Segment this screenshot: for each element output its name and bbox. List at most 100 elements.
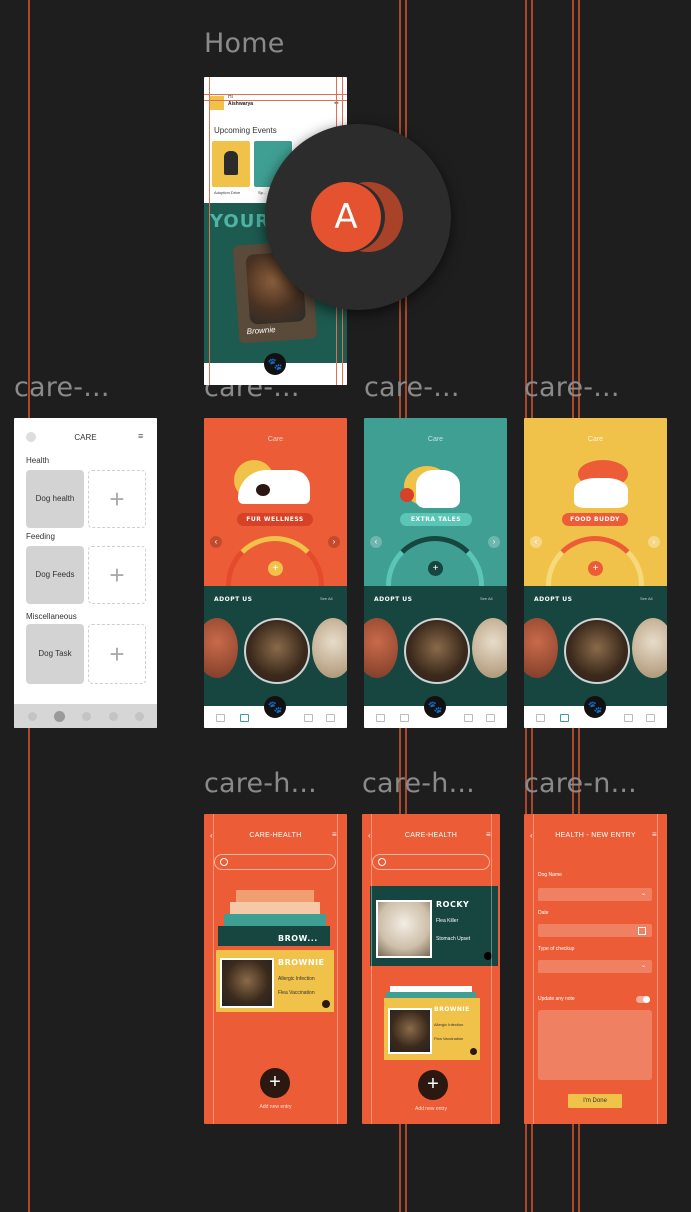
prev-arrow[interactable]: ‹ — [210, 536, 222, 548]
nav-icon[interactable] — [400, 714, 409, 722]
frame-label-care-h2[interactable]: care-h... — [362, 768, 475, 799]
nav-icon[interactable] — [376, 714, 385, 722]
event-1-label: Adoption Drive — [214, 190, 241, 195]
hamburger-icon[interactable]: ≡ — [332, 830, 337, 839]
layout-guide — [371, 814, 372, 1124]
dog-thumb-left[interactable] — [524, 618, 558, 678]
dog-thumb-left[interactable] — [364, 618, 398, 678]
frame-label-home[interactable]: Home — [204, 28, 285, 59]
hamburger-icon[interactable]: ≡ — [652, 830, 657, 839]
dog-health-box[interactable]: Dog health — [26, 470, 84, 528]
add-feed-button[interactable]: + — [88, 546, 146, 604]
nav-dot-active[interactable] — [54, 711, 65, 722]
nav-icon[interactable] — [536, 714, 545, 722]
add-entry-button[interactable]: + — [260, 1068, 290, 1098]
care-health-frame-1[interactable]: ‹ CARE-HEALTH ≡ BROW... BROWNIE Allergic… — [204, 814, 347, 1124]
prev-arrow[interactable]: ‹ — [370, 536, 382, 548]
event-card-1[interactable] — [212, 141, 250, 187]
dog-thumb-right[interactable] — [632, 618, 667, 678]
paw-icon[interactable]: 🐾 — [264, 696, 286, 718]
plus-button[interactable]: + — [268, 561, 283, 576]
care-frame-wellness[interactable]: Care FUR WELLNESS ‹ › + ADOPT US See All… — [204, 418, 347, 728]
dog-name-select[interactable]: ⌄ — [538, 888, 652, 901]
dog-illustration — [224, 151, 238, 175]
nav-dot[interactable] — [28, 712, 37, 721]
see-all-link[interactable]: See All — [640, 596, 652, 601]
frame-label-care-n[interactable]: care-n... — [524, 768, 637, 799]
nav-icon[interactable] — [624, 714, 633, 722]
nav-dot[interactable] — [82, 712, 91, 721]
adopt-section: ADOPT US See All — [204, 586, 347, 706]
date-field[interactable] — [538, 924, 652, 937]
prev-arrow[interactable]: ‹ — [530, 536, 542, 548]
extra-tales-pill[interactable]: EXTRA TALES — [400, 513, 472, 526]
frame-label-care-b[interactable]: care-... — [364, 372, 460, 403]
note-textarea[interactable] — [538, 1010, 652, 1080]
dog-photo — [376, 900, 432, 958]
nav-icon-active[interactable] — [240, 714, 249, 722]
plus-button[interactable]: + — [588, 561, 603, 576]
card-name: BROWNIE — [278, 958, 325, 967]
frame-label-care-h1[interactable]: care-h... — [204, 768, 317, 799]
avatar-overlay[interactable]: A — [265, 124, 451, 310]
care-list-frame[interactable]: CARE ≡ Health Dog health + Feeding Dog F… — [14, 418, 157, 728]
nav-icon[interactable] — [326, 714, 335, 722]
next-arrow[interactable]: › — [328, 536, 340, 548]
dog-task-box[interactable]: Dog Task — [26, 624, 84, 684]
search-input[interactable] — [372, 854, 490, 870]
add-task-button[interactable]: + — [88, 624, 146, 684]
nav-dot[interactable] — [135, 712, 144, 721]
dog-thumb-center[interactable] — [404, 618, 470, 684]
nav-icon[interactable] — [304, 714, 313, 722]
done-button[interactable]: I'm Done — [568, 1094, 622, 1108]
rocky-card[interactable]: ROCKY Flea Killer Stomach Upset — [370, 886, 498, 966]
paw-icon[interactable]: 🐾 — [264, 353, 286, 375]
new-entry-frame[interactable]: ‹ HEALTH - NEW ENTRY ≡ Dog Name ⌄ Date T… — [524, 814, 667, 1124]
hamburger-icon[interactable]: ≡ — [486, 830, 491, 839]
paw-icon[interactable]: 🐾 — [584, 696, 606, 718]
card-arrow-icon[interactable] — [322, 1000, 330, 1008]
next-arrow[interactable]: › — [488, 536, 500, 548]
nav-icon[interactable] — [486, 714, 495, 722]
paw-icon[interactable]: 🐾 — [424, 696, 446, 718]
food-buddy-pill[interactable]: FOOD BUDDY — [562, 513, 628, 526]
nav-icon[interactable] — [464, 714, 473, 722]
frame-label-care-list[interactable]: care-... — [14, 372, 110, 403]
search-input[interactable] — [214, 854, 336, 870]
hamburger-icon[interactable]: ≡ — [138, 431, 143, 441]
frame-label-care-c[interactable]: care-... — [524, 372, 620, 403]
nav-icon-active[interactable] — [560, 714, 569, 722]
next-arrow[interactable]: › — [648, 536, 660, 548]
see-all-link[interactable]: See All — [480, 596, 492, 601]
adopt-title: ADOPT US — [374, 596, 413, 603]
dog-thumb-center[interactable] — [244, 618, 310, 684]
add-entry-button[interactable]: + — [418, 1070, 448, 1100]
page-title: CARE-HEALTH — [249, 832, 302, 839]
nav-icon[interactable] — [646, 714, 655, 722]
care-frame-tales[interactable]: Care EXTRA TALES ‹ › + ADOPT US See All … — [364, 418, 507, 728]
toggle-label: Update any note — [538, 996, 575, 1002]
dog-thumb-center[interactable] — [564, 618, 630, 684]
care-health-frame-2[interactable]: ‹ CARE-HEALTH ≡ ROCKY Flea Killer Stomac… — [362, 814, 500, 1124]
note-toggle[interactable] — [636, 996, 650, 1003]
add-health-button[interactable]: + — [88, 470, 146, 528]
bottom-nav — [14, 704, 157, 728]
adopt-section: ADOPT US See All — [524, 586, 667, 706]
card-arrow-icon[interactable] — [470, 1048, 477, 1055]
section-feeding: Feeding — [26, 532, 55, 541]
plus-button[interactable]: + — [428, 561, 443, 576]
add-entry-label: Add new entry — [259, 1104, 292, 1110]
checkup-select[interactable]: ⌄ — [538, 960, 652, 973]
nav-icon[interactable] — [216, 714, 225, 722]
nav-dot[interactable] — [109, 712, 118, 721]
brownie-card[interactable]: BROWNIE Allergic Infection Flea Vaccinat… — [216, 950, 334, 1012]
fur-wellness-pill[interactable]: FUR WELLNESS — [237, 513, 313, 526]
brownie-card[interactable]: BROWNIE Allergic Infection Flea Vaccinat… — [384, 998, 480, 1060]
dog-thumb-right[interactable] — [472, 618, 507, 678]
dog-feeds-box[interactable]: Dog Feeds — [26, 546, 84, 604]
dog-thumb-right[interactable] — [312, 618, 347, 678]
see-all-link[interactable]: See All — [320, 596, 332, 601]
dog-thumb-left[interactable] — [204, 618, 238, 678]
dog-illustration — [574, 478, 628, 508]
care-frame-food[interactable]: Care FOOD BUDDY ‹ › + ADOPT US See All 🐾 — [524, 418, 667, 728]
